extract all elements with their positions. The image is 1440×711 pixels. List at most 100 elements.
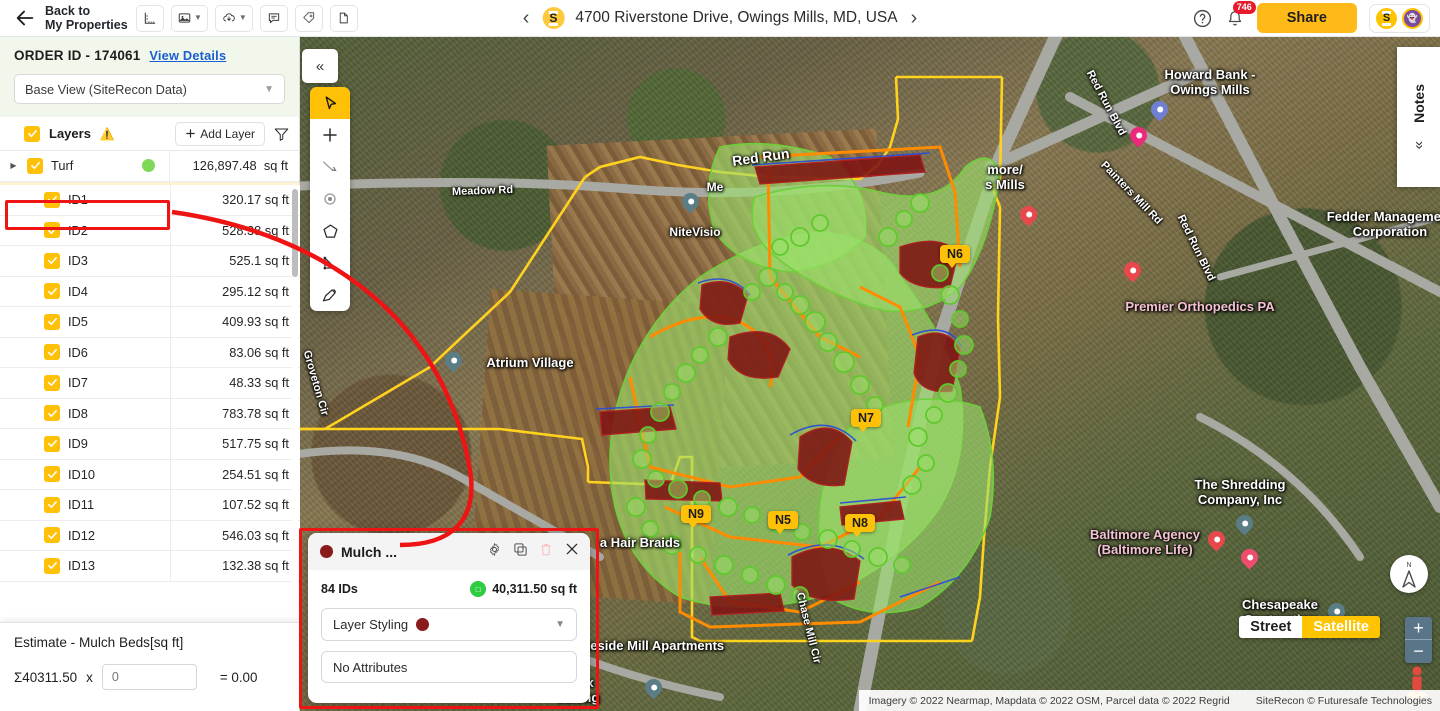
layers-master-checkbox[interactable] bbox=[24, 125, 40, 142]
list-item[interactable]: ID6 83.06 sq ft bbox=[0, 337, 300, 368]
basemap-option-satellite[interactable]: Satellite bbox=[1302, 616, 1380, 638]
duplicate-icon[interactable] bbox=[513, 542, 528, 562]
trash-icon[interactable] bbox=[539, 542, 553, 562]
pen-tool[interactable] bbox=[310, 279, 350, 311]
map-pin-nitevision[interactable] bbox=[678, 189, 703, 215]
expand-triangle-icon[interactable]: ▶ bbox=[8, 161, 19, 170]
map-pin-extra[interactable] bbox=[1237, 545, 1262, 571]
feature-checkbox[interactable] bbox=[44, 496, 60, 513]
sidebar-scrollbar-thumb[interactable] bbox=[292, 189, 298, 277]
feature-id: ID8 bbox=[68, 405, 88, 421]
list-item[interactable]: ID5 409.93 sq ft bbox=[0, 307, 300, 338]
popup-color-dot bbox=[320, 545, 333, 558]
layer-styling-select[interactable]: Layer Styling ▼ bbox=[321, 608, 577, 641]
list-item[interactable]: ID10 254.51 sq ft bbox=[0, 459, 300, 490]
basemap-switcher[interactable]: Street Satellite bbox=[1239, 616, 1380, 638]
feature-checkbox[interactable] bbox=[44, 252, 60, 269]
estimate-title: Estimate - Mulch Beds[sq ft] bbox=[14, 635, 184, 650]
feature-value: 528.38 sq ft bbox=[170, 215, 300, 245]
map-pin-tax-consulting[interactable] bbox=[641, 675, 666, 701]
property-address: 4700 Riverstone Drive, Owings Mills, MD,… bbox=[575, 9, 898, 26]
feature-checkbox[interactable] bbox=[44, 405, 60, 422]
prev-property-button[interactable]: ‹ bbox=[521, 8, 532, 28]
workspace-avatar[interactable]: S bbox=[1376, 7, 1397, 29]
polygon-tool[interactable] bbox=[310, 215, 350, 247]
warning-icon[interactable]: ⚠️ bbox=[100, 127, 115, 141]
compass-control[interactable]: N bbox=[1390, 555, 1428, 593]
imagery-button[interactable]: ▼ bbox=[171, 4, 208, 32]
crosshair-tool[interactable] bbox=[310, 119, 350, 151]
point-tool[interactable] bbox=[310, 183, 350, 215]
feature-checkbox[interactable] bbox=[44, 435, 60, 452]
help-button[interactable] bbox=[1192, 8, 1213, 29]
list-item[interactable]: ID11 107.52 sq ft bbox=[0, 490, 300, 521]
feature-id: ID3 bbox=[68, 253, 88, 269]
user-avatar[interactable]: 👻 bbox=[1402, 7, 1423, 29]
feature-checkbox[interactable] bbox=[44, 283, 60, 300]
list-item[interactable]: ID4 295.12 sq ft bbox=[0, 276, 300, 307]
account-switcher[interactable]: S 👻 bbox=[1369, 3, 1430, 33]
share-button[interactable]: Share bbox=[1256, 3, 1357, 33]
filter-button[interactable] bbox=[274, 127, 289, 141]
map-pin-hospital[interactable] bbox=[1120, 258, 1145, 284]
notifications-button[interactable]: 746 bbox=[1225, 0, 1256, 29]
estimate-rate-input[interactable] bbox=[101, 664, 197, 690]
list-item[interactable]: ID9 517.75 sq ft bbox=[0, 429, 300, 460]
feature-checkbox[interactable] bbox=[44, 557, 60, 574]
feature-checkbox[interactable] bbox=[44, 191, 60, 208]
layer-checkbox-turf[interactable] bbox=[27, 157, 43, 174]
map-pin-bank[interactable] bbox=[1147, 97, 1172, 123]
node-marker-n7[interactable]: N7 bbox=[851, 409, 881, 432]
feature-checkbox[interactable] bbox=[44, 344, 60, 361]
feature-checkbox[interactable] bbox=[44, 466, 60, 483]
files-button[interactable] bbox=[329, 4, 358, 32]
node-marker-n8[interactable]: N8 bbox=[845, 514, 875, 537]
feature-id: ID1 bbox=[68, 192, 88, 208]
list-item[interactable]: ID2 528.38 sq ft bbox=[0, 215, 300, 246]
list-item[interactable]: ID1 320.17 sq ft bbox=[0, 185, 300, 216]
basemap-option-street[interactable]: Street bbox=[1239, 616, 1303, 638]
feature-checkbox[interactable] bbox=[44, 222, 60, 239]
tags-button[interactable] bbox=[294, 4, 323, 32]
line-tool[interactable] bbox=[310, 151, 350, 183]
map-pin-pink[interactable] bbox=[1126, 123, 1151, 149]
list-item[interactable]: ID3 525.1 sq ft bbox=[0, 246, 300, 277]
export-button[interactable]: ▼ bbox=[214, 4, 253, 32]
node-marker-n6[interactable]: N6 bbox=[940, 245, 970, 268]
node-marker-n5[interactable]: N5 bbox=[768, 511, 798, 534]
view-selector[interactable]: Base View (SiteRecon Data) ▼ bbox=[14, 74, 285, 104]
gear-icon[interactable] bbox=[487, 542, 502, 562]
list-item[interactable]: ID12 546.03 sq ft bbox=[0, 520, 300, 551]
triangle-measure-tool[interactable] bbox=[310, 247, 350, 279]
pointer-tool[interactable] bbox=[310, 87, 350, 119]
layer-row-turf[interactable]: ▶ Turf 126,897.48 sq ft bbox=[0, 151, 299, 182]
view-details-link[interactable]: View Details bbox=[149, 48, 226, 63]
feature-checkbox[interactable] bbox=[44, 527, 60, 544]
layers-title: Layers bbox=[49, 126, 91, 141]
list-item[interactable]: ID13 132.38 sq ft bbox=[0, 551, 300, 582]
attributes-field[interactable]: No Attributes bbox=[321, 651, 577, 683]
close-icon[interactable] bbox=[564, 541, 580, 562]
map-pin-atrium-village[interactable] bbox=[441, 348, 466, 374]
list-item[interactable]: ID8 783.78 sq ft bbox=[0, 398, 300, 429]
map-pin-restaurant[interactable] bbox=[1016, 202, 1041, 228]
notes-panel-toggle[interactable]: Notes « bbox=[1397, 47, 1440, 187]
map-pin-shredding[interactable] bbox=[1232, 511, 1257, 537]
node-marker-n9[interactable]: N9 bbox=[681, 505, 711, 528]
zoom-out-button[interactable]: − bbox=[1405, 640, 1432, 663]
measure-button[interactable] bbox=[136, 4, 164, 32]
estimate-times: x bbox=[86, 669, 93, 685]
next-property-button[interactable]: › bbox=[909, 8, 920, 28]
feature-checkbox[interactable] bbox=[44, 374, 60, 391]
layer-color-dot-turf[interactable] bbox=[142, 159, 156, 173]
feature-checkbox[interactable] bbox=[44, 313, 60, 330]
list-item[interactable]: ID7 48.33 sq ft bbox=[0, 368, 300, 399]
back-to-my-properties-button[interactable]: Back to My Properties bbox=[0, 4, 132, 32]
zoom-in-button[interactable]: + bbox=[1405, 617, 1432, 640]
collapse-sidebar-button[interactable]: « bbox=[302, 49, 338, 83]
compass-needle-icon bbox=[1402, 569, 1416, 588]
add-layer-button[interactable]: Add Layer bbox=[175, 121, 265, 146]
map-pin-hospital-2[interactable] bbox=[1204, 527, 1229, 553]
feature-list[interactable]: ID1 320.17 sq ft ID2 528.38 sq ft ID3 525.1… bbox=[0, 185, 300, 659]
comments-button[interactable] bbox=[259, 4, 288, 32]
